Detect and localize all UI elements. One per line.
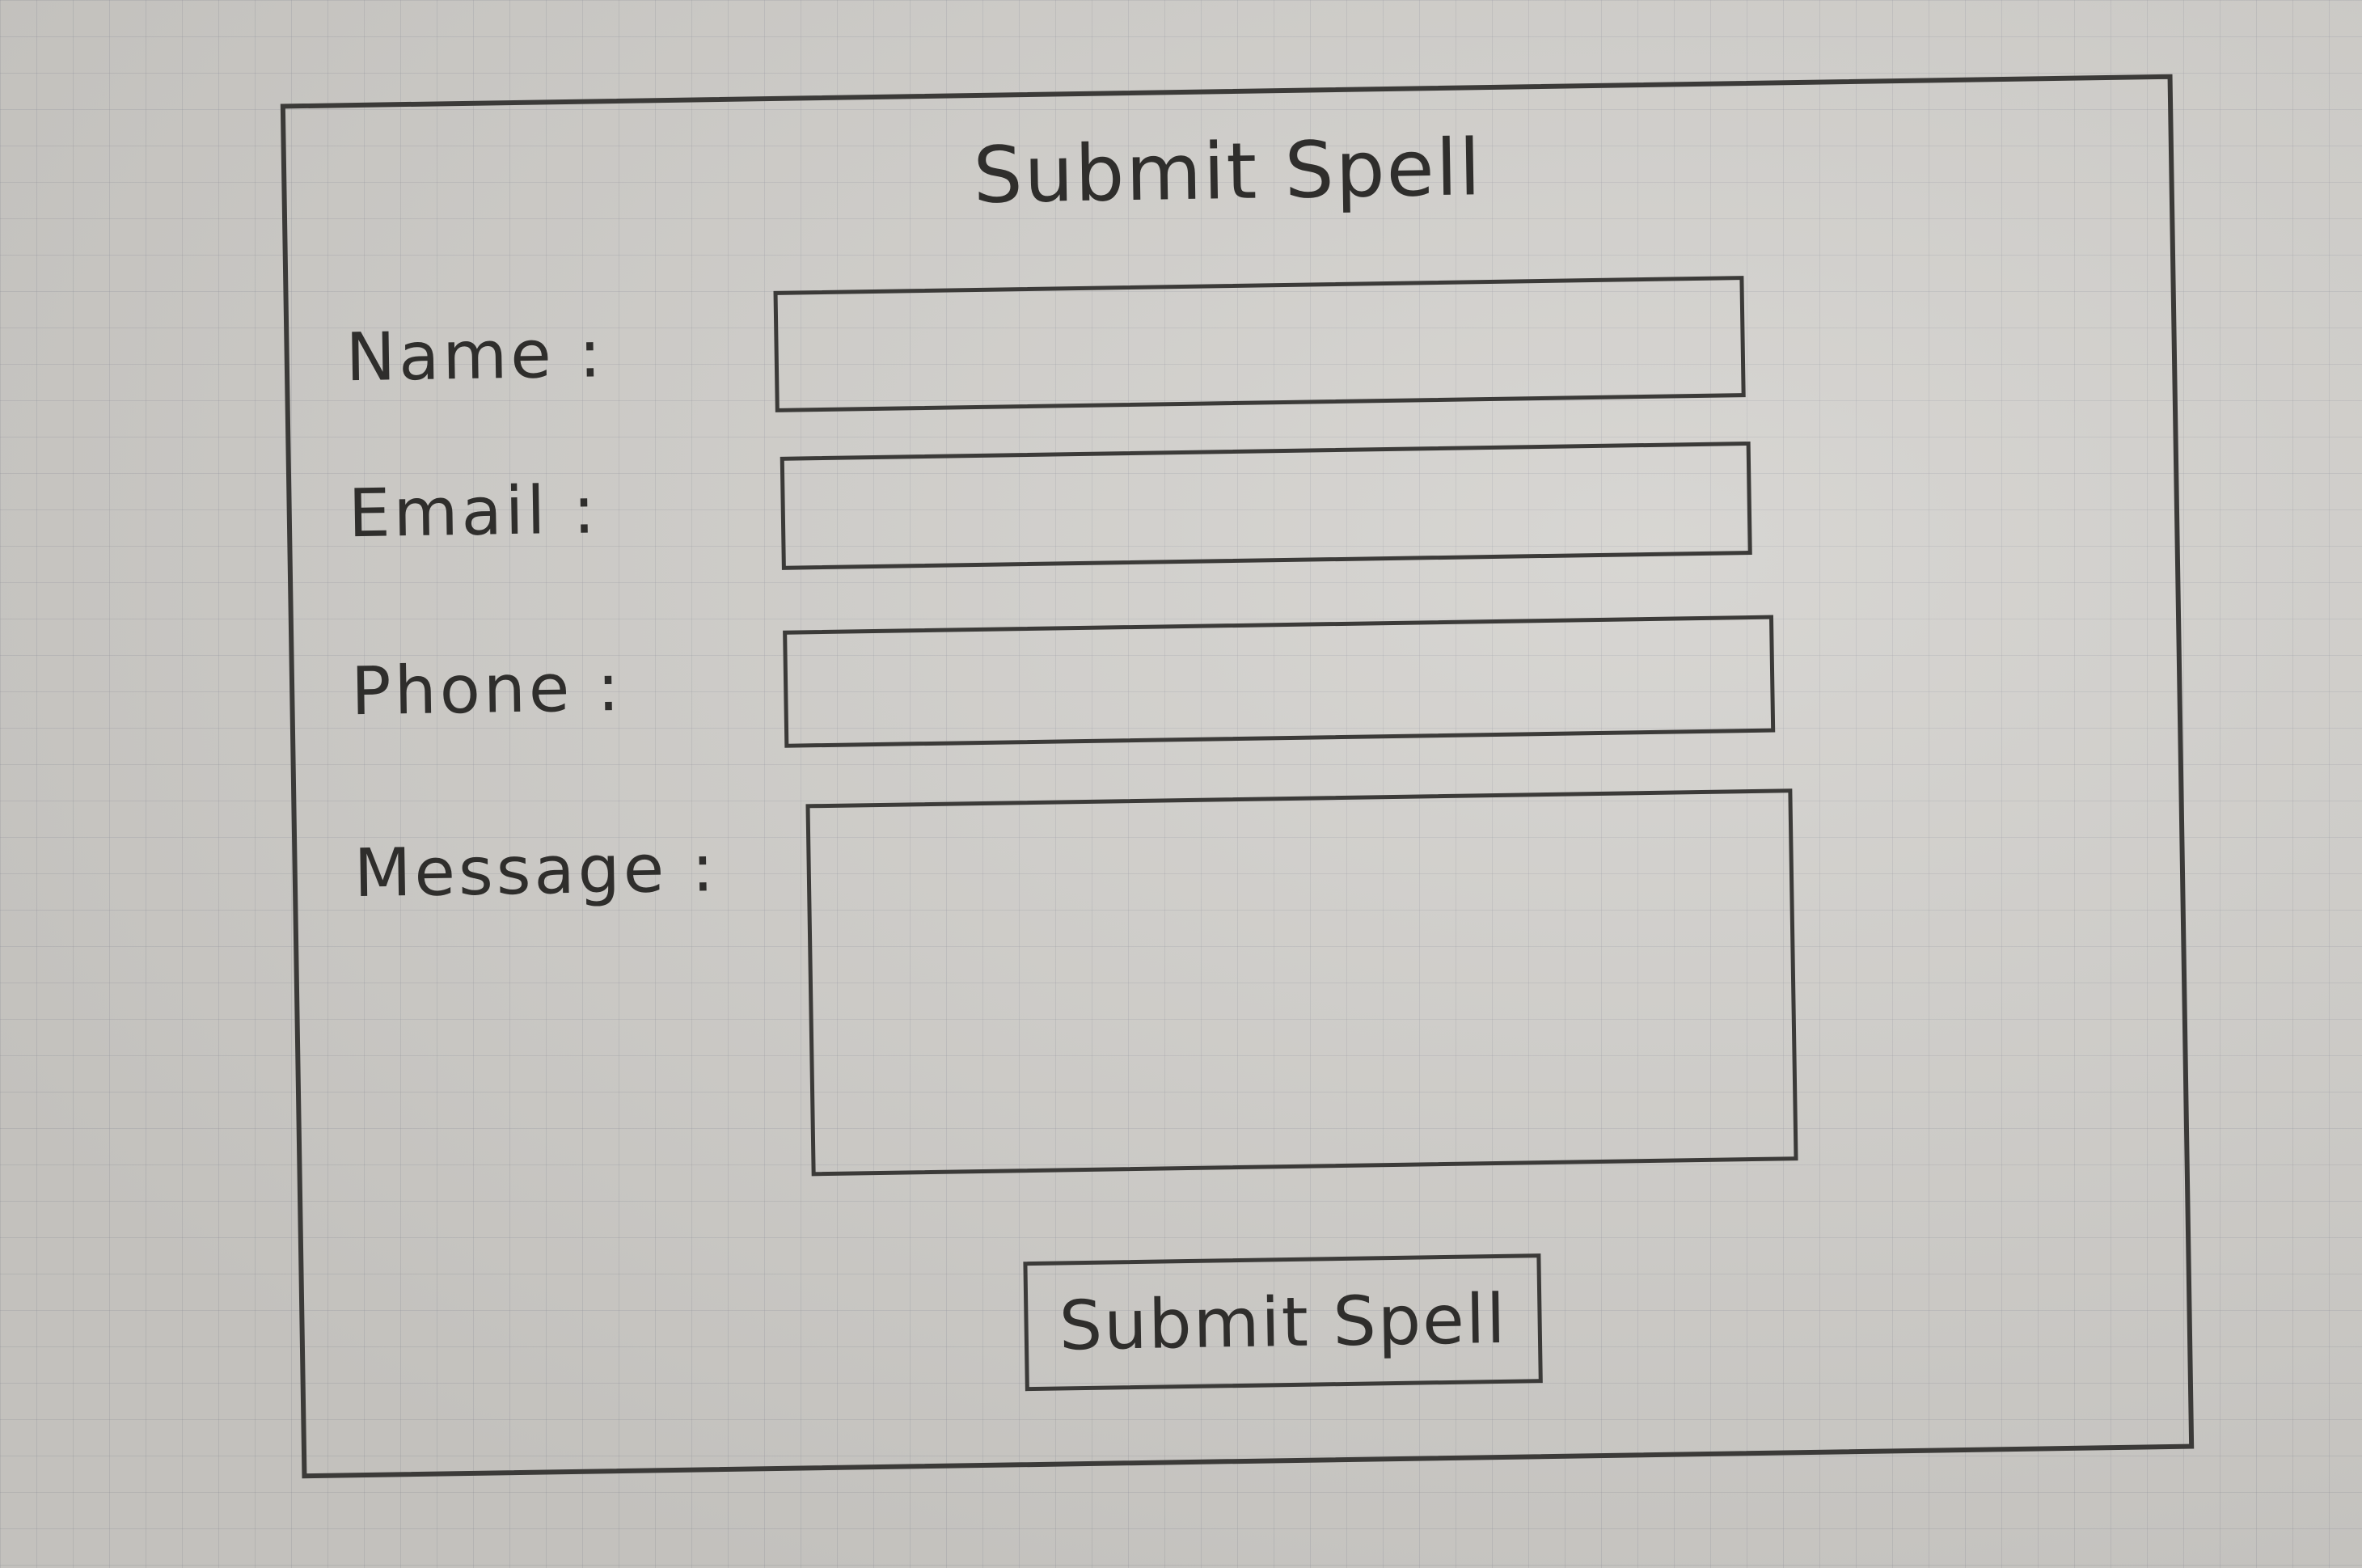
message-label: Message : [353, 830, 718, 913]
phone-label: Phone : [350, 649, 623, 731]
form-title: Submit Spell [972, 122, 1483, 222]
email-label: Email : [348, 471, 599, 553]
phone-input[interactable] [783, 615, 1776, 748]
name-label: Name : [344, 315, 606, 397]
spell-submission-form: Submit Spell Name : Email : Phone : Mess… [280, 74, 2195, 1479]
name-input[interactable] [773, 276, 1746, 412]
message-textarea[interactable] [805, 788, 1798, 1177]
email-input[interactable] [780, 441, 1752, 570]
submit-spell-button[interactable]: Submit Spell [1023, 1253, 1543, 1392]
